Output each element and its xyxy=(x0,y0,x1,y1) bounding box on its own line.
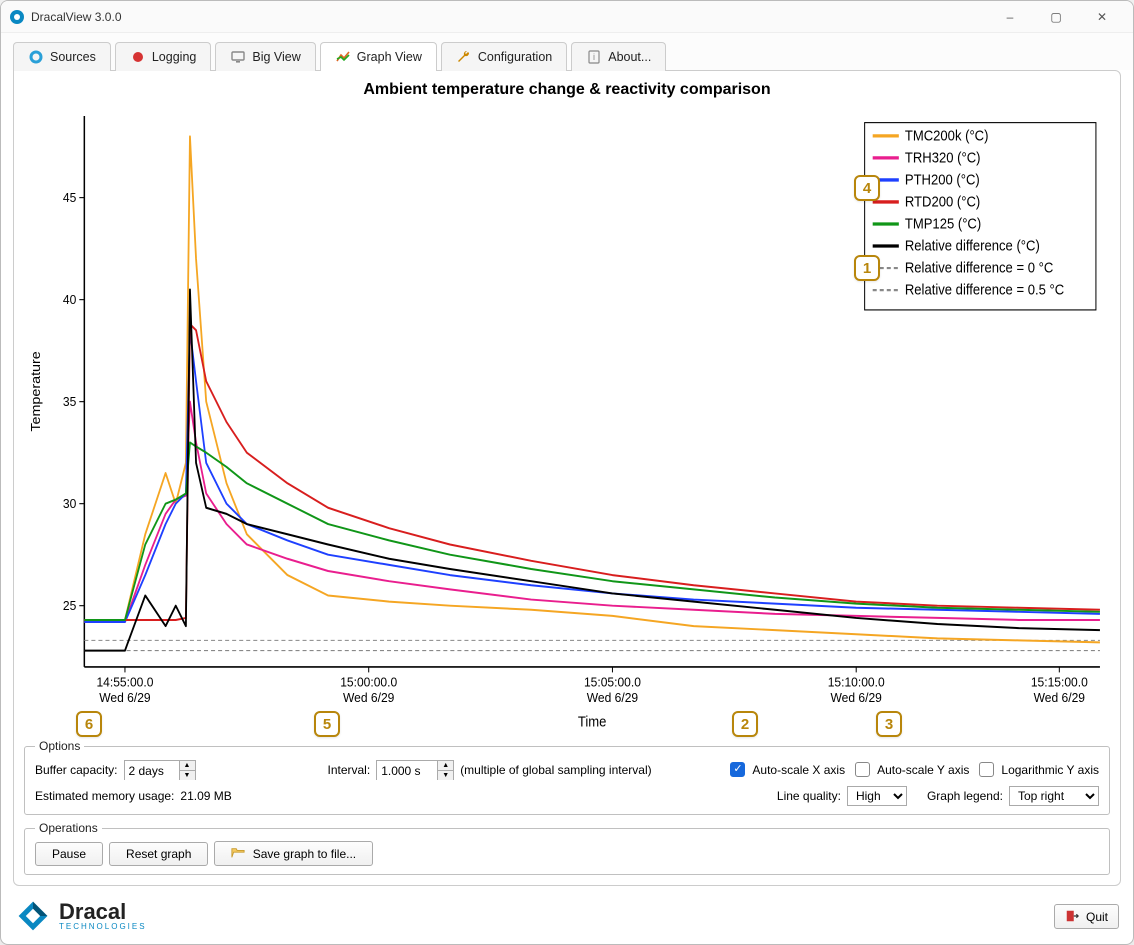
svg-text:15:15:00.0: 15:15:00.0 xyxy=(1031,675,1088,690)
svg-text:TMP125 (°C): TMP125 (°C) xyxy=(905,216,981,232)
interval-input[interactable] xyxy=(377,761,437,781)
options-legend: Options xyxy=(35,739,84,753)
tab-label: Logging xyxy=(152,50,197,64)
svg-text:Wed 6/29: Wed 6/29 xyxy=(343,691,394,706)
record-icon xyxy=(130,49,146,65)
tab-sources[interactable]: Sources xyxy=(13,42,111,71)
svg-text:RTD200 (°C): RTD200 (°C) xyxy=(905,194,980,210)
log-y-checkbox[interactable] xyxy=(979,762,994,777)
minimize-button[interactable]: – xyxy=(987,2,1033,32)
gear-blue-icon xyxy=(28,49,44,65)
tab-about[interactable]: i About... xyxy=(571,42,666,71)
autoscale-x-label: Auto-scale X axis xyxy=(752,763,845,777)
autoscale-y-label: Auto-scale Y axis xyxy=(877,763,969,777)
spin-up-icon[interactable]: ▲ xyxy=(438,761,453,771)
dracal-logo-icon xyxy=(15,898,51,934)
tab-graphview[interactable]: Graph View xyxy=(320,42,437,71)
interval-hint: (multiple of global sampling interval) xyxy=(460,763,651,777)
tab-panel-graphview: Ambient temperature change & reactivity … xyxy=(13,70,1121,886)
close-button[interactable]: ✕ xyxy=(1079,2,1125,32)
svg-text:30: 30 xyxy=(63,497,76,512)
svg-text:14:55:00.0: 14:55:00.0 xyxy=(96,675,153,690)
app-icon xyxy=(9,9,25,25)
log-y-label: Logarithmic Y axis xyxy=(1001,763,1099,777)
svg-text:TRH320 (°C): TRH320 (°C) xyxy=(905,150,981,166)
monitor-icon xyxy=(230,49,246,65)
spin-up-icon[interactable]: ▲ xyxy=(180,761,195,771)
autoscale-x-checkbox[interactable] xyxy=(730,762,745,777)
buffer-capacity-label: Buffer capacity: xyxy=(35,763,118,777)
spin-down-icon[interactable]: ▼ xyxy=(438,771,453,780)
options-group: Options Buffer capacity: ▲▼ Interval: ▲▼… xyxy=(24,739,1110,815)
chart-line-icon xyxy=(335,49,351,65)
svg-text:35: 35 xyxy=(63,395,76,410)
autoscale-y-field[interactable]: Auto-scale Y axis xyxy=(851,759,969,780)
memory-usage-value: 21.09 MB xyxy=(180,789,231,803)
svg-text:Wed 6/29: Wed 6/29 xyxy=(831,691,882,706)
graph-legend-label: Graph legend: xyxy=(927,789,1003,803)
chart-canvas[interactable]: 253035404514:55:00.0Wed 6/2915:00:00.0We… xyxy=(24,105,1110,733)
chart-area: Ambient temperature change & reactivity … xyxy=(24,79,1110,733)
svg-text:Relative difference (°C): Relative difference (°C) xyxy=(905,238,1040,254)
window-controls: – ▢ ✕ xyxy=(987,2,1125,32)
footer: Dracal TECHNOLOGIES Quit xyxy=(1,894,1133,944)
operations-group: Operations Pause Reset graph Save graph … xyxy=(24,821,1110,875)
svg-text:i: i xyxy=(593,52,595,62)
buffer-capacity-input[interactable] xyxy=(125,761,179,781)
svg-text:Wed 6/29: Wed 6/29 xyxy=(99,691,150,706)
svg-text:40: 40 xyxy=(63,293,76,308)
interval-spinbox[interactable]: ▲▼ xyxy=(376,760,454,780)
buffer-capacity-spinbox[interactable]: ▲▼ xyxy=(124,760,196,780)
svg-text:Temperature: Temperature xyxy=(29,351,43,432)
log-y-field[interactable]: Logarithmic Y axis xyxy=(975,759,1099,780)
reset-graph-button[interactable]: Reset graph xyxy=(109,842,208,866)
tab-bigview[interactable]: Big View xyxy=(215,42,315,71)
tab-label: About... xyxy=(608,50,651,64)
main-window: DracalView 3.0.0 – ▢ ✕ Sources Logging B… xyxy=(0,0,1134,945)
window-title: DracalView 3.0.0 xyxy=(31,10,987,24)
spin-down-icon[interactable]: ▼ xyxy=(180,771,195,780)
graph-legend-select[interactable]: Top right xyxy=(1009,786,1099,806)
svg-text:Relative difference = 0.5 °C: Relative difference = 0.5 °C xyxy=(905,282,1064,298)
tab-label: Graph View xyxy=(357,50,422,64)
wrench-icon xyxy=(456,49,472,65)
brand-logo: Dracal TECHNOLOGIES xyxy=(15,898,147,934)
operations-legend: Operations xyxy=(35,821,102,835)
svg-text:Time: Time xyxy=(578,714,607,730)
svg-text:45: 45 xyxy=(63,191,76,206)
svg-text:15:00:00.0: 15:00:00.0 xyxy=(340,675,397,690)
interval-label: Interval: xyxy=(328,763,371,777)
tab-label: Sources xyxy=(50,50,96,64)
svg-text:Wed 6/29: Wed 6/29 xyxy=(587,691,638,706)
maximize-button[interactable]: ▢ xyxy=(1033,2,1079,32)
folder-open-icon xyxy=(231,846,245,860)
svg-text:25: 25 xyxy=(63,599,76,614)
tab-label: Configuration xyxy=(478,50,552,64)
autoscale-y-checkbox[interactable] xyxy=(855,762,870,777)
save-graph-button[interactable]: Save graph to file... xyxy=(214,841,373,866)
brand-name: Dracal xyxy=(59,901,147,923)
memory-usage-label: Estimated memory usage: xyxy=(35,789,174,803)
svg-text:TMC200k (°C): TMC200k (°C) xyxy=(905,128,989,144)
line-quality-label: Line quality: xyxy=(777,789,841,803)
exit-icon xyxy=(1065,909,1079,923)
tab-configuration[interactable]: Configuration xyxy=(441,42,567,71)
svg-text:15:05:00.0: 15:05:00.0 xyxy=(584,675,641,690)
chart-title: Ambient temperature change & reactivity … xyxy=(24,81,1110,99)
titlebar: DracalView 3.0.0 – ▢ ✕ xyxy=(1,1,1133,33)
brand-subtitle: TECHNOLOGIES xyxy=(59,923,147,931)
quit-button[interactable]: Quit xyxy=(1054,904,1119,929)
svg-text:15:10:00.0: 15:10:00.0 xyxy=(828,675,885,690)
tabbar: Sources Logging Big View Graph View Conf… xyxy=(1,33,1133,70)
svg-text:Relative difference = 0 °C: Relative difference = 0 °C xyxy=(905,260,1054,276)
line-quality-select[interactable]: High xyxy=(847,786,907,806)
svg-text:Wed 6/29: Wed 6/29 xyxy=(1034,691,1085,706)
tab-logging[interactable]: Logging xyxy=(115,42,212,71)
tab-label: Big View xyxy=(252,50,300,64)
svg-text:PTH200 (°C): PTH200 (°C) xyxy=(905,172,980,188)
info-icon: i xyxy=(586,49,602,65)
autoscale-x-field[interactable]: Auto-scale X axis xyxy=(726,759,845,780)
pause-button[interactable]: Pause xyxy=(35,842,103,866)
